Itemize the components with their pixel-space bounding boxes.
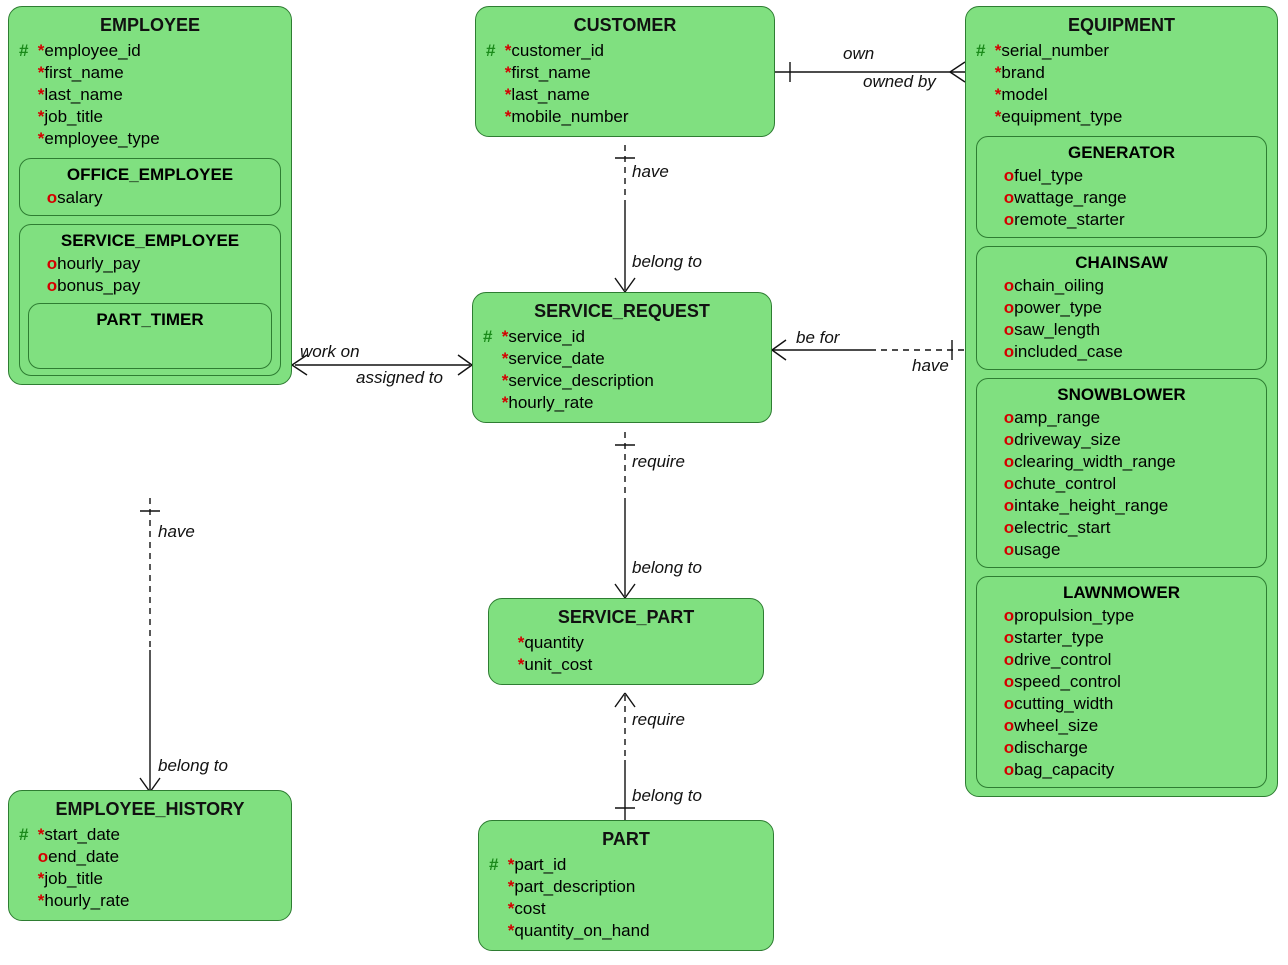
attribute-row: *hourly_rate xyxy=(483,392,761,414)
attribute-row: oend_date xyxy=(19,846,281,868)
rel-label-emp-belong: belong to xyxy=(158,756,228,776)
attribute-row: odriveway_size xyxy=(985,429,1258,451)
rel-label-own: own xyxy=(843,44,874,64)
attribute-row: owheel_size xyxy=(985,715,1258,737)
attribute-row: # *service_id xyxy=(483,326,761,348)
subtype-title: GENERATOR xyxy=(985,143,1258,163)
attribute-row: odrive_control xyxy=(985,649,1258,671)
attribute-row: *job_title xyxy=(19,868,281,890)
attribute-row: # *employee_id xyxy=(19,40,281,62)
attribute-row: ochain_oiling xyxy=(985,275,1258,297)
attribute-row: *quantity xyxy=(499,632,753,654)
attribute-row: *equipment_type xyxy=(976,106,1267,128)
subtype-title: OFFICE_EMPLOYEE xyxy=(28,165,272,185)
rel-label-sp-require: require xyxy=(632,710,685,730)
subtype-title: PART_TIMER xyxy=(37,310,263,330)
attribute-row: ochute_control xyxy=(985,473,1258,495)
attribute-row: *part_description xyxy=(489,876,763,898)
subtype-title: LAWNMOWER xyxy=(985,583,1258,603)
attribute-row: oremote_starter xyxy=(985,209,1258,231)
attribute-row: # *part_id xyxy=(489,854,763,876)
attribute-row: osaw_length xyxy=(985,319,1258,341)
rel-label-sp-belong: belong to xyxy=(632,786,702,806)
subtype-chainsaw: CHAINSAW ochain_oiling opower_type osaw_… xyxy=(976,246,1267,370)
subtype-title: SERVICE_EMPLOYEE xyxy=(28,231,272,251)
attribute-row: oclearing_width_range xyxy=(985,451,1258,473)
subtype-generator: GENERATOR ofuel_type owattage_range orem… xyxy=(976,136,1267,238)
attribute-row: # *customer_id xyxy=(486,40,764,62)
attribute-row: *hourly_rate xyxy=(19,890,281,912)
attribute-row: *quantity_on_hand xyxy=(489,920,763,942)
attribute-row: # *start_date xyxy=(19,824,281,846)
attribute-row: oincluded_case xyxy=(985,341,1258,363)
entity-service-part: SERVICE_PART *quantity *unit_cost xyxy=(488,598,764,685)
subtype-part-timer: PART_TIMER xyxy=(28,303,272,369)
entity-title: EQUIPMENT xyxy=(976,15,1267,36)
entity-title: SERVICE_PART xyxy=(499,607,753,628)
attribute-row: ocutting_width xyxy=(985,693,1258,715)
entity-title: EMPLOYEE xyxy=(19,15,281,36)
rel-label-have: have xyxy=(632,162,669,182)
subtype-snowblower: SNOWBLOWER oamp_range odriveway_size ocl… xyxy=(976,378,1267,568)
rel-label-work-on: work on xyxy=(300,342,360,362)
attribute-row: osalary xyxy=(28,187,272,209)
attribute-row: odischarge xyxy=(985,737,1258,759)
attribute-row: *brand xyxy=(976,62,1267,84)
attribute-row: *cost xyxy=(489,898,763,920)
attribute-row: owattage_range xyxy=(985,187,1258,209)
attribute-row: opropulsion_type xyxy=(985,605,1258,627)
entity-title: EMPLOYEE_HISTORY xyxy=(19,799,281,820)
attribute-row: ofuel_type xyxy=(985,165,1258,187)
attribute-row: *service_date xyxy=(483,348,761,370)
attribute-row: *first_name xyxy=(19,62,281,84)
entity-service-request: SERVICE_REQUEST # *service_id *service_d… xyxy=(472,292,772,423)
entity-title: SERVICE_REQUEST xyxy=(483,301,761,322)
attribute-row: *unit_cost xyxy=(499,654,753,676)
attribute-row: *model xyxy=(976,84,1267,106)
rel-label-sr-have: have xyxy=(912,356,949,376)
attribute-row: *last_name xyxy=(19,84,281,106)
attribute-row: ospeed_control xyxy=(985,671,1258,693)
rel-label-sr-require: require xyxy=(632,452,685,472)
attribute-row: oamp_range xyxy=(985,407,1258,429)
entity-employee: EMPLOYEE # *employee_id *first_name *las… xyxy=(8,6,292,385)
rel-label-assigned-to: assigned to xyxy=(356,368,443,388)
subtype-lawnmower: LAWNMOWER opropulsion_type ostarter_type… xyxy=(976,576,1267,788)
attribute-row: oelectric_start xyxy=(985,517,1258,539)
attribute-row: ohourly_pay xyxy=(28,253,272,275)
attribute-row: *job_title xyxy=(19,106,281,128)
attribute-row: obonus_pay xyxy=(28,275,272,297)
attribute-row: *first_name xyxy=(486,62,764,84)
subtype-title: CHAINSAW xyxy=(985,253,1258,273)
attribute-row: # *serial_number xyxy=(976,40,1267,62)
entity-customer: CUSTOMER # *customer_id *first_name *las… xyxy=(475,6,775,137)
rel-label-be-for: be for xyxy=(796,328,839,348)
subtype-title: SNOWBLOWER xyxy=(985,385,1258,405)
rel-label-sr-belong: belong to xyxy=(632,558,702,578)
attribute-row: obag_capacity xyxy=(985,759,1258,781)
rel-label-owned-by: owned by xyxy=(863,72,936,92)
attribute-row: *service_description xyxy=(483,370,761,392)
entity-part: PART # *part_id *part_description *cost … xyxy=(478,820,774,951)
attribute-row: ousage xyxy=(985,539,1258,561)
attribute-row: *mobile_number xyxy=(486,106,764,128)
entity-title: PART xyxy=(489,829,763,850)
entity-equipment: EQUIPMENT # *serial_number *brand *model… xyxy=(965,6,1278,797)
subtype-service-employee: SERVICE_EMPLOYEE ohourly_pay obonus_pay … xyxy=(19,224,281,376)
rel-label-emp-have: have xyxy=(158,522,195,542)
attribute-row: *last_name xyxy=(486,84,764,106)
attribute-row: opower_type xyxy=(985,297,1258,319)
attribute-row: *employee_type xyxy=(19,128,281,150)
entity-employee-history: EMPLOYEE_HISTORY # *start_date oend_date… xyxy=(8,790,292,921)
entity-title: CUSTOMER xyxy=(486,15,764,36)
attribute-row: ostarter_type xyxy=(985,627,1258,649)
rel-label-belong-to: belong to xyxy=(632,252,702,272)
subtype-office-employee: OFFICE_EMPLOYEE osalary xyxy=(19,158,281,216)
attribute-row: ointake_height_range xyxy=(985,495,1258,517)
